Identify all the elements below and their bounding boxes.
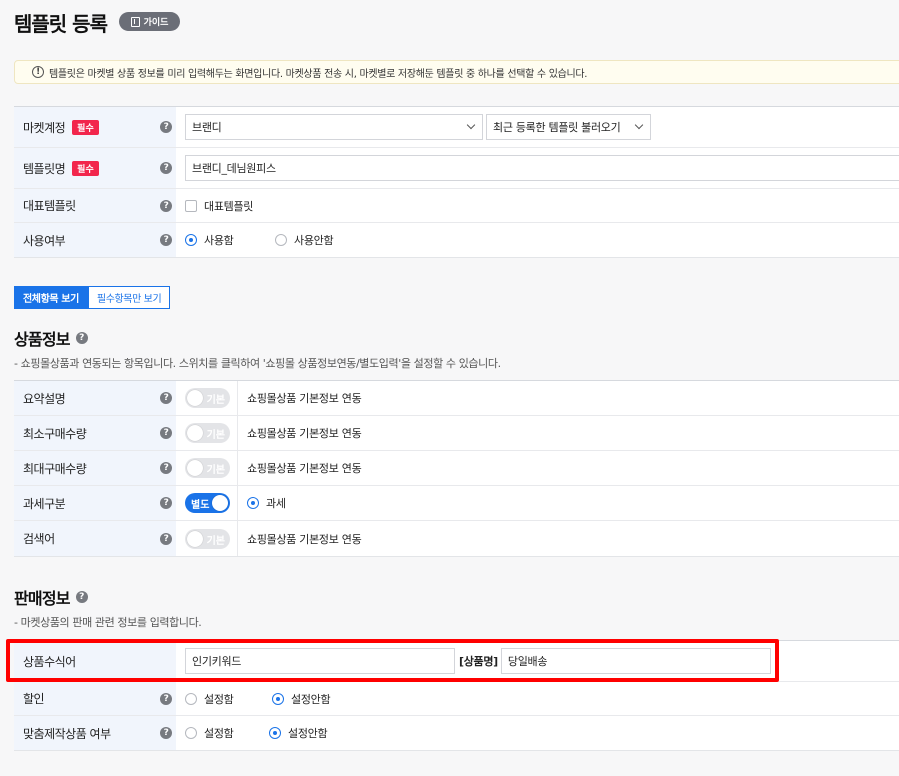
view-tabs: 전체항목 보기 필수항목만 보기 (14, 286, 171, 309)
help-icon[interactable]: ? (160, 462, 172, 474)
radio-button[interactable] (185, 234, 197, 246)
default-template-row: 대표템플릿 ? 대표템플릿 (14, 189, 899, 223)
help-icon[interactable]: ? (160, 427, 172, 439)
basic-settings-table: 마켓계정 필수 ? 브랜디 최근 등록한 템플릿 불러오기 템플릿명 필수 ? … (14, 106, 899, 258)
custom-made-option-off[interactable]: 설정안함 (269, 725, 328, 741)
product-info-row: 최소구매수량 ? 기본 쇼핑몰상품 기본정보 연동 (14, 416, 899, 451)
market-account-row: 마켓계정 필수 ? 브랜디 최근 등록한 템플릿 불러오기 (14, 107, 899, 148)
discount-option-off[interactable]: 설정안함 (272, 691, 331, 707)
help-icon[interactable]: ? (160, 162, 172, 174)
help-icon[interactable]: ? (160, 392, 172, 404)
usage-label: 사용여부 (23, 233, 66, 248)
highlight-box (6, 639, 779, 682)
help-icon[interactable]: ? (160, 497, 172, 509)
usage-option-off[interactable]: 사용안함 (275, 232, 334, 248)
radio-button[interactable] (185, 692, 197, 705)
product-info-table: 요약설명 ? 기본 쇼핑몰상품 기본정보 연동 최소구매수량 ? 기본 쇼핑몰상… (14, 380, 899, 557)
product-info-row: 검색어 ? 기본 쇼핑몰상품 기본정보 연동 (14, 521, 899, 556)
discount-row: 할인 ? 설정함 설정안함 (14, 682, 899, 716)
required-badge: 필수 (72, 119, 99, 135)
toggle-switch[interactable]: 기본 (185, 388, 230, 408)
radio-button[interactable] (269, 727, 281, 739)
help-icon[interactable]: ? (75, 332, 88, 344)
custom-made-row: 맞춤제작상품 여부 ? 설정함 설정안함 (14, 716, 899, 750)
notice-banner: ! 템플릿은 마켓별 상품 정보를 미리 입력해두는 화면입니다. 마켓상품 전… (14, 60, 899, 84)
product-info-row: 과세구분 ? 별도 과세 (14, 486, 899, 521)
product-info-desc: - 쇼핑몰상품과 연동되는 항목입니다. 스위치를 클릭하여 '쇼핑몰 상품정보… (14, 357, 501, 370)
help-icon[interactable]: ? (160, 199, 172, 212)
guide-label: 가이드 (143, 18, 169, 28)
template-name-row: 템플릿명 필수 ? 브랜디_데님원피스 (14, 148, 899, 189)
market-account-label: 마켓계정 (23, 120, 66, 135)
radio-button[interactable] (272, 692, 284, 705)
product-info-title: 상품정보 ? (14, 326, 88, 350)
radio-button[interactable] (185, 727, 197, 739)
help-icon[interactable]: ? (75, 591, 88, 603)
discount-option-on[interactable]: 설정함 (185, 691, 272, 707)
help-icon[interactable]: ? (160, 234, 172, 246)
sales-info-desc: - 마켓상품의 판매 관련 정보를 입력합니다. (14, 616, 202, 629)
chevron-down-icon (634, 120, 644, 130)
help-icon[interactable]: ? (160, 121, 172, 133)
toggle-switch[interactable]: 별도 (185, 493, 230, 513)
template-name-input[interactable]: 브랜디_데님원피스 (185, 155, 899, 181)
notice-text: 템플릿은 마켓별 상품 정보를 미리 입력해두는 화면입니다. 마켓상품 전송 … (49, 68, 588, 80)
radio-button[interactable] (247, 497, 259, 509)
tab-all-items[interactable]: 전체항목 보기 (14, 286, 88, 309)
usage-row: 사용여부 ? 사용함 사용안함 (14, 223, 899, 257)
custom-made-label: 맞춤제작상품 여부 (23, 726, 111, 741)
default-template-checkbox[interactable] (185, 199, 197, 212)
book-icon (130, 16, 140, 27)
chevron-down-icon (466, 120, 476, 130)
default-template-checkbox-label: 대표템플릿 (204, 199, 254, 213)
market-account-select[interactable]: 브랜디 (185, 114, 483, 140)
page-title: 템플릿 등록 (14, 12, 108, 36)
guide-button[interactable]: 가이드 (119, 12, 180, 31)
info-icon: ! (32, 66, 44, 78)
product-info-row: 요약설명 ? 기본 쇼핑몰상품 기본정보 연동 (14, 381, 899, 416)
template-name-label: 템플릿명 (23, 161, 66, 176)
radio-button[interactable] (275, 234, 287, 246)
custom-made-option-on[interactable]: 설정함 (185, 725, 269, 741)
required-badge: 필수 (72, 160, 99, 176)
product-info-row: 최대구매수량 ? 기본 쇼핑몰상품 기본정보 연동 (14, 451, 899, 486)
help-icon[interactable]: ? (160, 532, 172, 545)
usage-option-on[interactable]: 사용함 (185, 232, 275, 248)
load-template-select[interactable]: 최근 등록한 템플릿 불러오기 (486, 114, 651, 140)
help-icon[interactable]: ? (160, 727, 172, 739)
toggle-switch[interactable]: 기본 (185, 458, 230, 478)
toggle-switch[interactable]: 기본 (185, 423, 230, 443)
default-template-label: 대표템플릿 (23, 199, 76, 213)
toggle-switch[interactable]: 기본 (185, 528, 230, 549)
sales-info-title: 판매정보 ? (14, 585, 88, 609)
help-icon[interactable]: ? (160, 692, 172, 705)
discount-label: 할인 (23, 692, 45, 706)
tab-required-items[interactable]: 필수항목만 보기 (87, 286, 171, 309)
